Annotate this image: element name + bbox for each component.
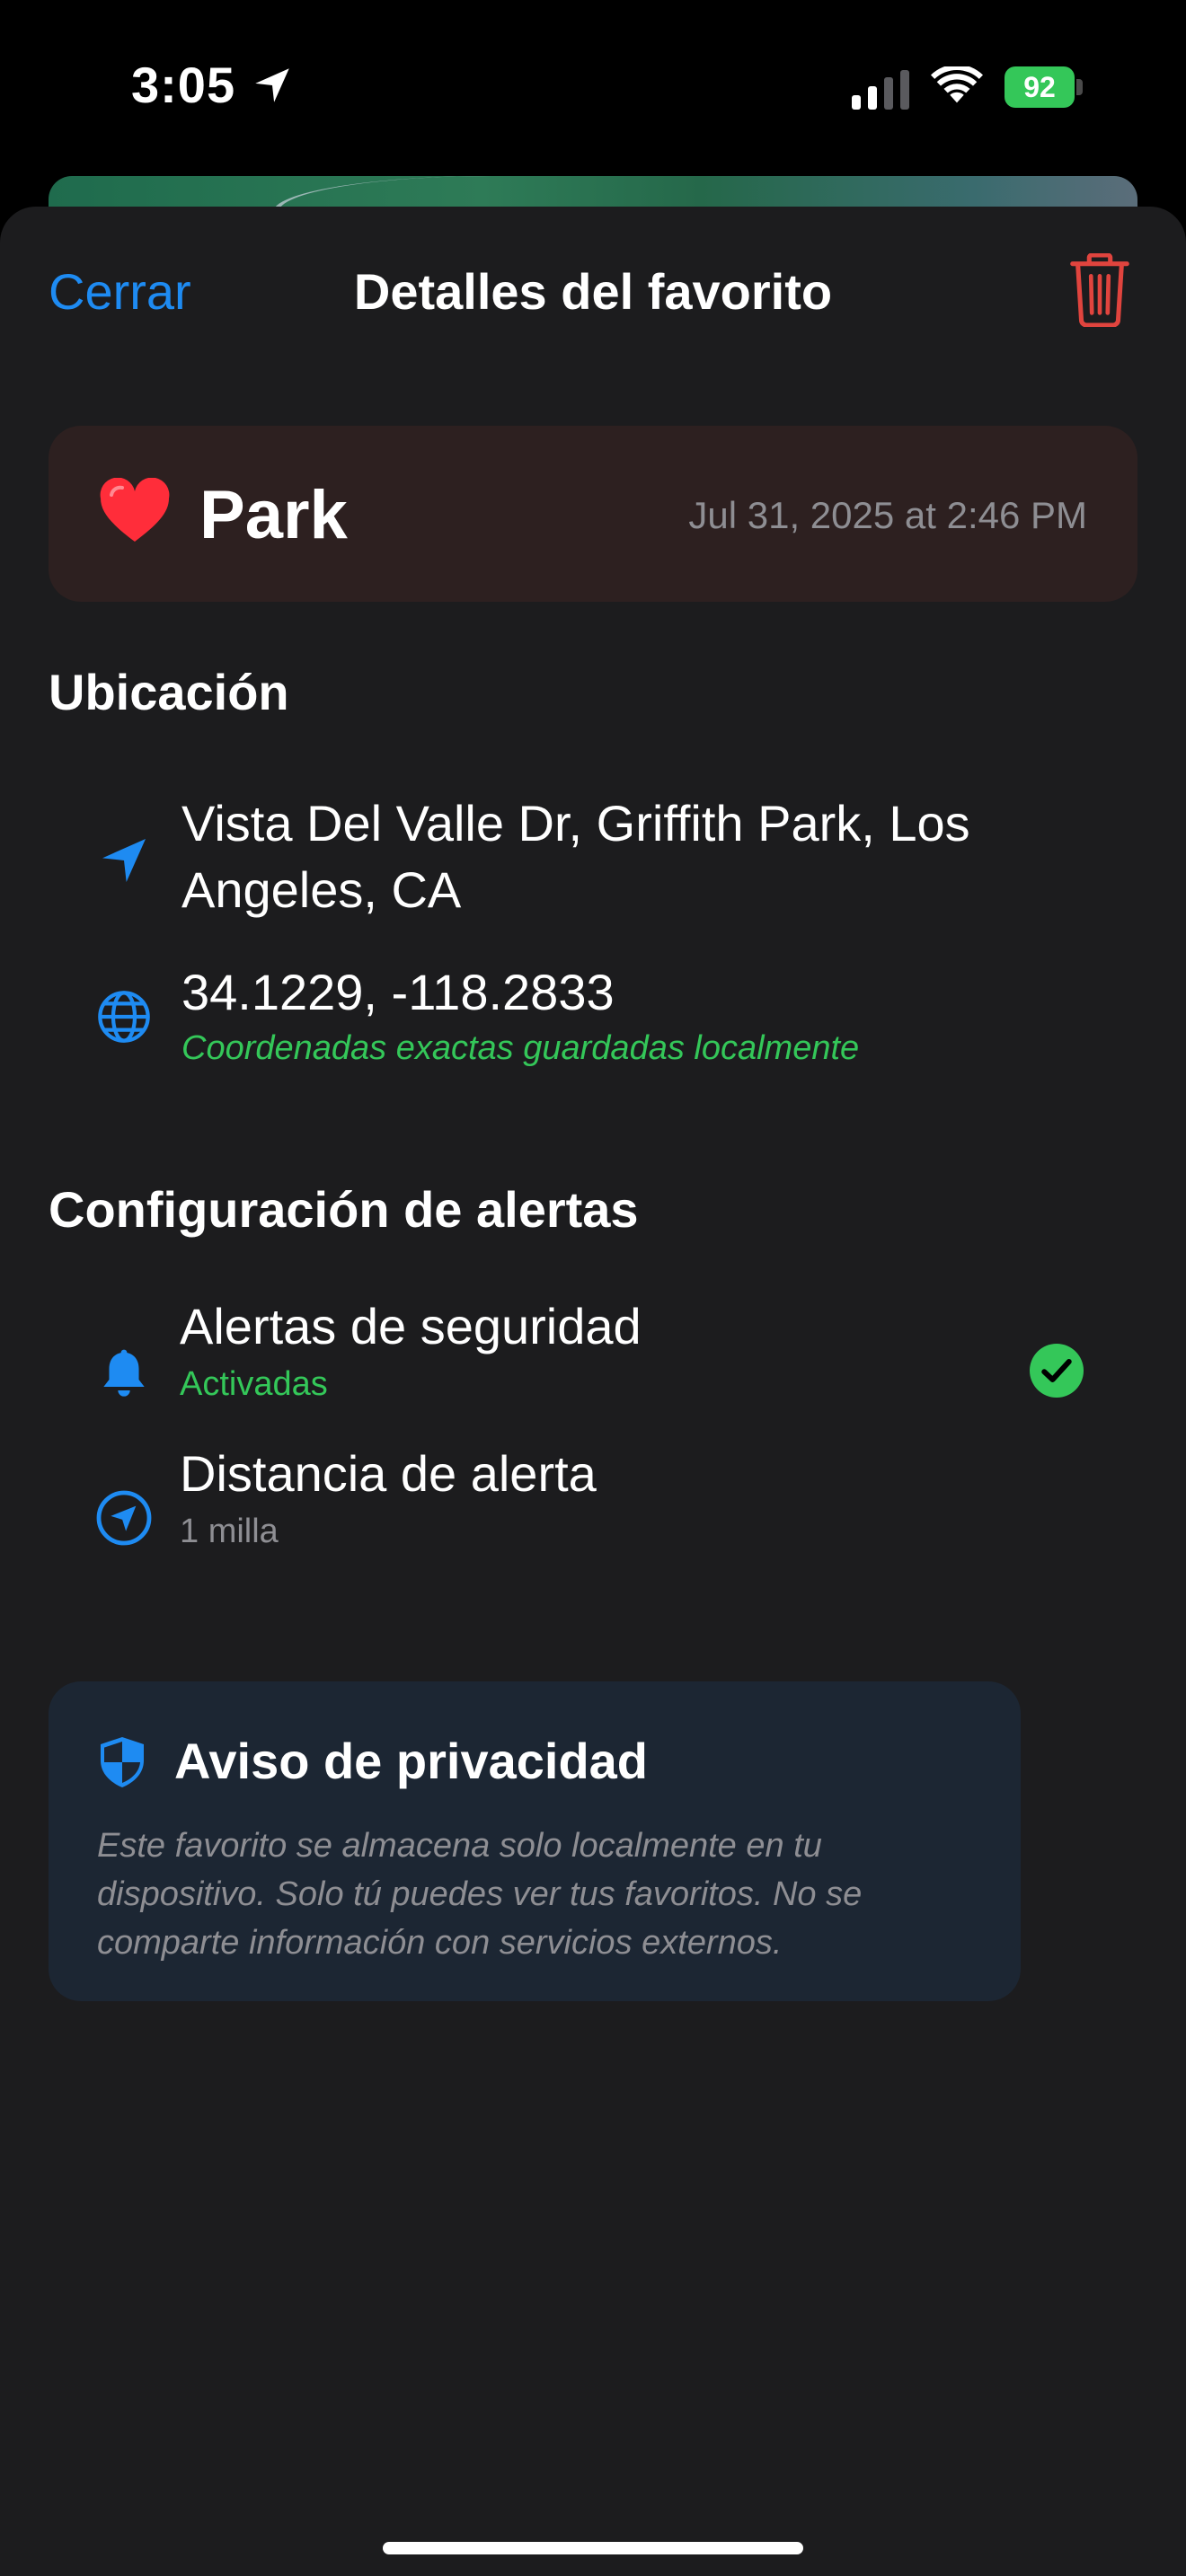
location-circle-icon (96, 1490, 152, 1546)
address-text: Vista Del Valle Dr, Griffith Park, Los A… (181, 795, 970, 918)
favorite-date: Jul 31, 2025 at 2:46 PM (688, 494, 1087, 536)
heart-icon (100, 478, 170, 542)
battery-icon: 92 (1005, 66, 1084, 108)
status-bar: 3:05 92 (0, 0, 1186, 180)
trash-icon[interactable] (1069, 253, 1130, 327)
location-arrow-icon (102, 839, 146, 882)
favorite-card: Park Jul 31, 2025 at 2:46 PM (49, 426, 1137, 602)
cellular-signal-icon (852, 70, 909, 110)
favorite-details-sheet: Cerrar Detalles del favorito Park Jul 31… (0, 207, 1186, 2576)
safety-alerts-status: Activadas (180, 1365, 328, 1403)
bell-icon (103, 1349, 145, 1397)
wifi-icon (931, 66, 983, 103)
coordinates-note: Coordenadas exactas guardadas localmente (181, 1029, 860, 1067)
favorite-name: Park (199, 477, 348, 553)
privacy-notice-text: Este favorito se almacena solo localment… (97, 1827, 863, 1962)
coordinates-text: 34.1229, -118.2833 (181, 964, 615, 1020)
location-section-title: Ubicación (49, 664, 289, 720)
globe-icon (98, 991, 150, 1043)
status-time: 3:05 (131, 57, 236, 113)
page-title: Detalles del favorito (353, 263, 833, 320)
safety-alerts-label[interactable]: Alertas de seguridad (180, 1293, 642, 1360)
battery-level: 92 (1023, 70, 1056, 103)
home-indicator[interactable] (383, 2542, 803, 2554)
location-arrow-icon (255, 68, 289, 102)
privacy-notice-card: Aviso de privacidad Este favorito se alm… (49, 1681, 1021, 2001)
checkmark-circle-icon[interactable] (1030, 1344, 1084, 1398)
alert-distance-value: 1 milla (180, 1513, 279, 1550)
shield-icon (101, 1737, 144, 1787)
alerts-section-title: Configuración de alertas (49, 1181, 639, 1238)
privacy-notice-title: Aviso de privacidad (174, 1733, 648, 1789)
alert-distance-label[interactable]: Distancia de alerta (180, 1441, 597, 1507)
